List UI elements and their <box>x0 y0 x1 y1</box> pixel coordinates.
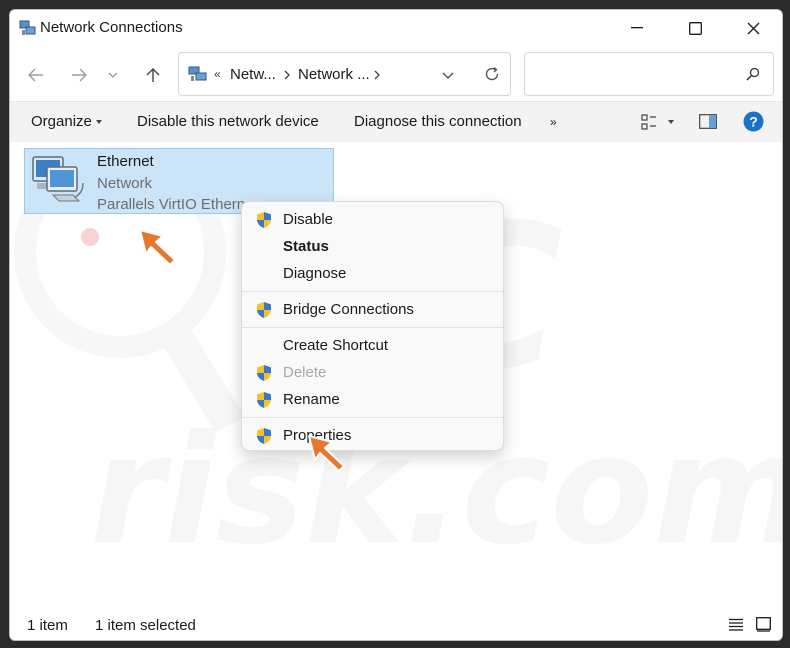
menu-item-label: Disable <box>283 211 334 228</box>
minimize-button[interactable] <box>608 10 666 46</box>
breadcrumb-item[interactable]: Network ... <box>298 66 370 83</box>
item-status: Network <box>97 175 153 192</box>
menu-item-properties[interactable]: Properties <box>246 423 499 450</box>
svg-text:?: ? <box>749 114 758 130</box>
status-bar: 1 item 1 item selected <box>10 610 782 640</box>
menu-separator <box>242 327 503 328</box>
menu-item-bridge-connections[interactable]: Bridge Connections <box>246 297 499 324</box>
menu-item-status[interactable]: Status <box>246 234 499 261</box>
chevron-down-icon[interactable] <box>442 72 454 79</box>
menu-separator <box>242 417 503 418</box>
up-button[interactable] <box>136 58 170 92</box>
caret-down-icon[interactable] <box>668 120 674 124</box>
search-icon <box>746 67 760 81</box>
maximize-button[interactable] <box>666 10 724 46</box>
uac-shield-icon <box>257 428 271 444</box>
diagnose-connection-button[interactable]: Diagnose this connection <box>354 113 522 130</box>
close-button[interactable] <box>724 10 782 46</box>
menu-item-label: Status <box>283 238 329 255</box>
menu-item-label: Diagnose <box>283 265 347 282</box>
maximize-icon <box>688 21 702 35</box>
title-bar: Network Connections <box>10 10 782 48</box>
chevron-right-icon <box>374 70 380 80</box>
chevron-right-icon <box>284 70 290 80</box>
disable-device-button[interactable]: Disable this network device <box>137 113 319 130</box>
minimize-icon <box>631 27 643 29</box>
network-connections-icon <box>188 66 207 81</box>
details-view-icon[interactable] <box>728 618 744 632</box>
selection-count: 1 item selected <box>95 617 196 634</box>
network-connections-icon <box>19 20 36 35</box>
menu-item-disable[interactable]: Disable <box>246 207 499 234</box>
address-bar[interactable]: « Netw... Network ... <box>178 52 511 96</box>
preview-pane-icon[interactable] <box>699 114 717 129</box>
close-icon <box>747 22 759 34</box>
chevron-down-icon <box>108 72 118 78</box>
back-button[interactable] <box>19 58 53 92</box>
pointer-arrow-icon <box>308 435 345 472</box>
menu-item-label: Bridge Connections <box>283 301 414 318</box>
window-title: Network Connections <box>40 19 183 36</box>
change-view-icon[interactable] <box>641 114 657 130</box>
item-device: Parallels VirtIO Ethern <box>97 196 246 213</box>
help-icon[interactable]: ? <box>743 111 764 132</box>
arrow-left-icon <box>28 68 43 82</box>
item-name: Ethernet <box>97 153 154 170</box>
menu-item-create-shortcut[interactable]: Create Shortcut <box>246 333 499 360</box>
overflow-chevron[interactable]: « <box>214 67 221 81</box>
menu-item-label: Delete <box>283 364 327 381</box>
menu-item-rename[interactable]: Rename <box>246 387 499 414</box>
uac-shield-icon <box>257 392 271 408</box>
breadcrumb-item[interactable]: Netw... <box>230 66 276 83</box>
caret-down-icon <box>96 120 102 124</box>
menu-separator <box>242 291 503 292</box>
uac-shield-icon <box>257 302 271 318</box>
network-adapter-icon <box>32 156 84 202</box>
menu-item-label: Create Shortcut <box>283 337 389 354</box>
search-input[interactable] <box>524 52 774 96</box>
pointer-arrow-icon <box>139 229 176 266</box>
menu-item-delete: Delete <box>246 360 499 387</box>
more-commands-button[interactable]: » <box>550 115 557 129</box>
explorer-window: Network Connections « Netw... Network ..… <box>9 9 783 641</box>
uac-shield-icon <box>257 365 271 381</box>
menu-item-label: Rename <box>283 391 340 408</box>
uac-shield-icon <box>257 212 271 228</box>
forward-button[interactable] <box>62 58 96 92</box>
arrow-right-icon <box>72 68 87 82</box>
menu-item-diagnose[interactable]: Diagnose <box>246 261 499 288</box>
refresh-icon[interactable] <box>484 66 500 82</box>
item-count: 1 item <box>27 617 68 634</box>
tiles-view-icon[interactable] <box>756 617 771 632</box>
recent-locations-button[interactable] <box>99 58 127 92</box>
arrow-up-icon <box>146 68 160 82</box>
organize-button[interactable]: Organize <box>31 113 92 130</box>
command-bar: Organize Disable this network device Dia… <box>10 101 782 143</box>
context-menu: Disable Status Diagnose Bridge Connectio… <box>241 201 504 451</box>
